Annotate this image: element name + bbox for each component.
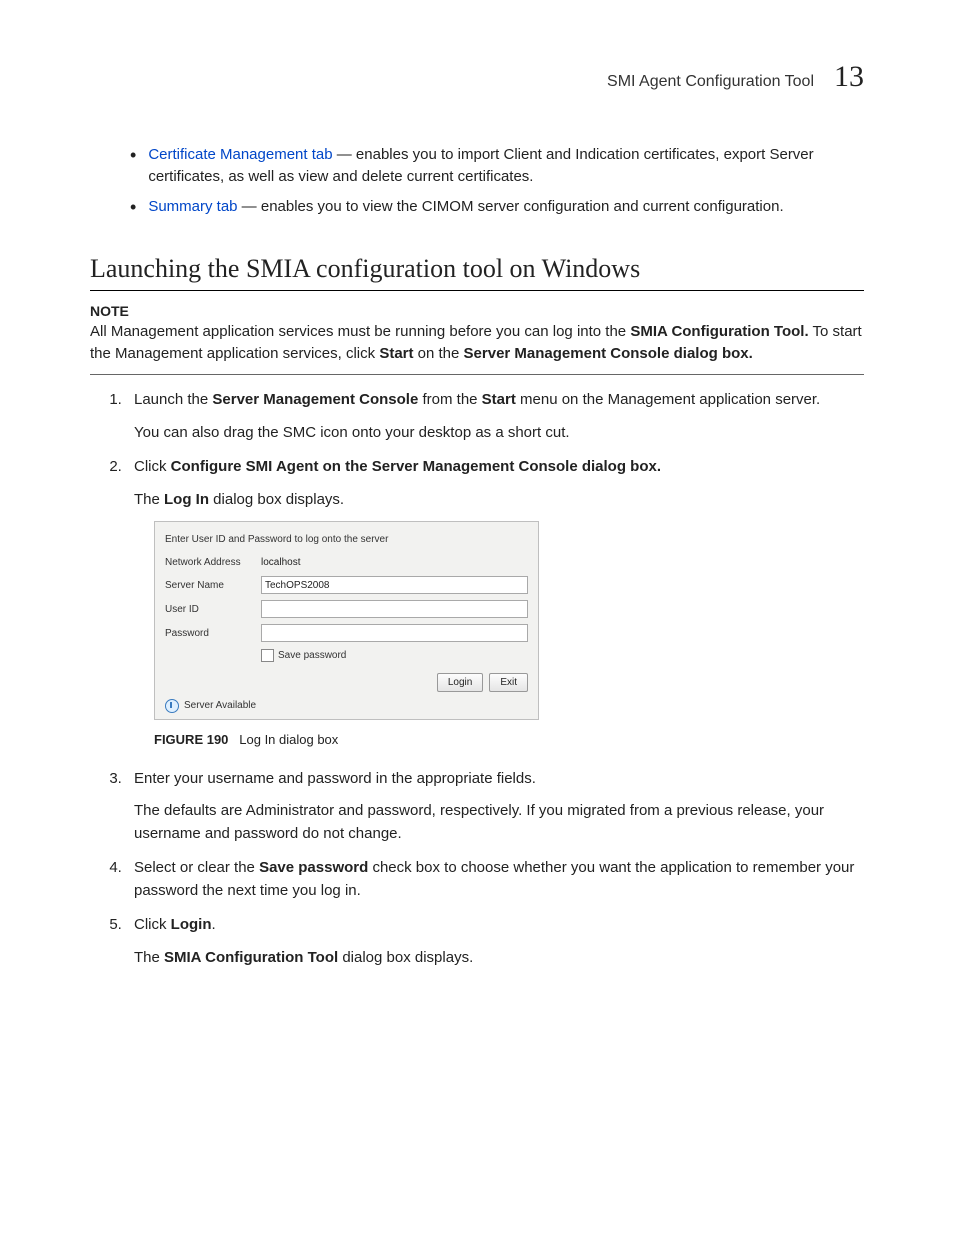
login-dialog: Enter User ID and Password to log onto t… xyxy=(154,521,539,720)
bullet-item: • Summary tab — enables you to view the … xyxy=(130,196,864,219)
steps-list: Launch the Server Management Console fro… xyxy=(90,389,864,969)
user-id-row: User ID xyxy=(165,600,528,618)
save-password-label: Save password xyxy=(278,648,346,663)
step-bold: Save password xyxy=(259,859,368,876)
step-text: menu on the Management application serve… xyxy=(516,391,820,408)
note-label: NOTE xyxy=(90,303,864,319)
network-address-value: localhost xyxy=(261,555,300,570)
bullet-text: Certificate Management tab — enables you… xyxy=(148,144,864,188)
page-header: SMI Agent Configuration Tool 13 xyxy=(90,60,864,94)
network-address-row: Network Address localhost xyxy=(165,555,528,570)
divider xyxy=(90,290,864,291)
password-input[interactable] xyxy=(261,624,528,642)
step-1: Launch the Server Management Console fro… xyxy=(126,389,864,444)
step-bold: Login xyxy=(171,916,212,933)
step-text: The xyxy=(134,491,164,508)
step-text: from the xyxy=(418,391,481,408)
step-sub: You can also drag the SMC icon onto your… xyxy=(134,422,864,445)
bullet-text: Summary tab — enables you to view the CI… xyxy=(148,196,783,219)
step-sub: The defaults are Administrator and passw… xyxy=(134,800,864,845)
step-text: Select or clear the xyxy=(134,859,259,876)
figure-text: Log In dialog box xyxy=(239,732,338,747)
login-button[interactable]: Login xyxy=(437,673,483,692)
step-sub: The SMIA Configuration Tool dialog box d… xyxy=(134,947,864,970)
document-page: SMI Agent Configuration Tool 13 • Certif… xyxy=(0,0,954,1041)
step-sub: The Log In dialog box displays. xyxy=(134,489,864,512)
step-text: Click xyxy=(134,458,171,475)
summary-tab-link[interactable]: Summary tab xyxy=(148,198,237,215)
step-text: Launch the xyxy=(134,391,212,408)
note-body: All Management application services must… xyxy=(90,321,864,365)
save-password-checkbox[interactable] xyxy=(261,649,274,662)
exit-button[interactable]: Exit xyxy=(489,673,528,692)
password-row: Password xyxy=(165,624,528,642)
figure-caption: FIGURE 190 Log In dialog box xyxy=(154,730,864,750)
step-text: . xyxy=(212,916,216,933)
server-status: Server Available xyxy=(165,698,528,713)
bullet-desc: — enables you to view the CIMOM server c… xyxy=(238,198,784,215)
note-text: on the xyxy=(414,345,464,362)
section-heading: Launching the SMIA configuration tool on… xyxy=(90,254,864,284)
step-bold: SMIA Configuration Tool xyxy=(164,949,338,966)
user-id-label: User ID xyxy=(165,602,255,617)
dialog-instruction: Enter User ID and Password to log onto t… xyxy=(165,532,528,547)
bullet-icon: • xyxy=(130,196,136,219)
divider xyxy=(90,374,864,375)
note-bold: Start xyxy=(379,345,413,362)
step-text: Enter your username and password in the … xyxy=(134,770,536,787)
step-5: Click Login. The SMIA Configuration Tool… xyxy=(126,914,864,969)
cert-mgmt-tab-link[interactable]: Certificate Management tab xyxy=(148,146,332,163)
password-label: Password xyxy=(165,626,255,641)
save-password-row: Save password xyxy=(261,648,528,663)
step-text: dialog box displays. xyxy=(209,491,344,508)
info-icon xyxy=(165,699,179,713)
figure-label: FIGURE 190 xyxy=(154,732,228,747)
step-text: Click xyxy=(134,916,171,933)
step-bold: Configure SMI Agent on the Server Manage… xyxy=(171,458,661,475)
tab-bullets: • Certificate Management tab — enables y… xyxy=(130,144,864,219)
dialog-buttons: Login Exit xyxy=(165,673,528,692)
server-status-text: Server Available xyxy=(184,698,256,713)
user-id-input[interactable] xyxy=(261,600,528,618)
step-bold: Log In xyxy=(164,491,209,508)
bullet-item: • Certificate Management tab — enables y… xyxy=(130,144,864,188)
server-name-input[interactable] xyxy=(261,576,528,594)
note-text: All Management application services must… xyxy=(90,323,630,340)
header-title: SMI Agent Configuration Tool xyxy=(607,73,814,91)
network-address-label: Network Address xyxy=(165,555,255,570)
step-2: Click Configure SMI Agent on the Server … xyxy=(126,456,864,750)
step-4: Select or clear the Save password check … xyxy=(126,857,864,902)
server-name-label: Server Name xyxy=(165,578,255,593)
step-bold: Start xyxy=(482,391,516,408)
note-bold: SMIA Configuration Tool. xyxy=(630,323,808,340)
chapter-number: 13 xyxy=(834,60,864,94)
step-text: dialog box displays. xyxy=(338,949,473,966)
step-3: Enter your username and password in the … xyxy=(126,768,864,846)
step-text: The xyxy=(134,949,164,966)
step-bold: Server Management Console xyxy=(212,391,418,408)
server-name-row: Server Name xyxy=(165,576,528,594)
note-bold: Server Management Console dialog box. xyxy=(464,345,753,362)
bullet-icon: • xyxy=(130,144,136,188)
